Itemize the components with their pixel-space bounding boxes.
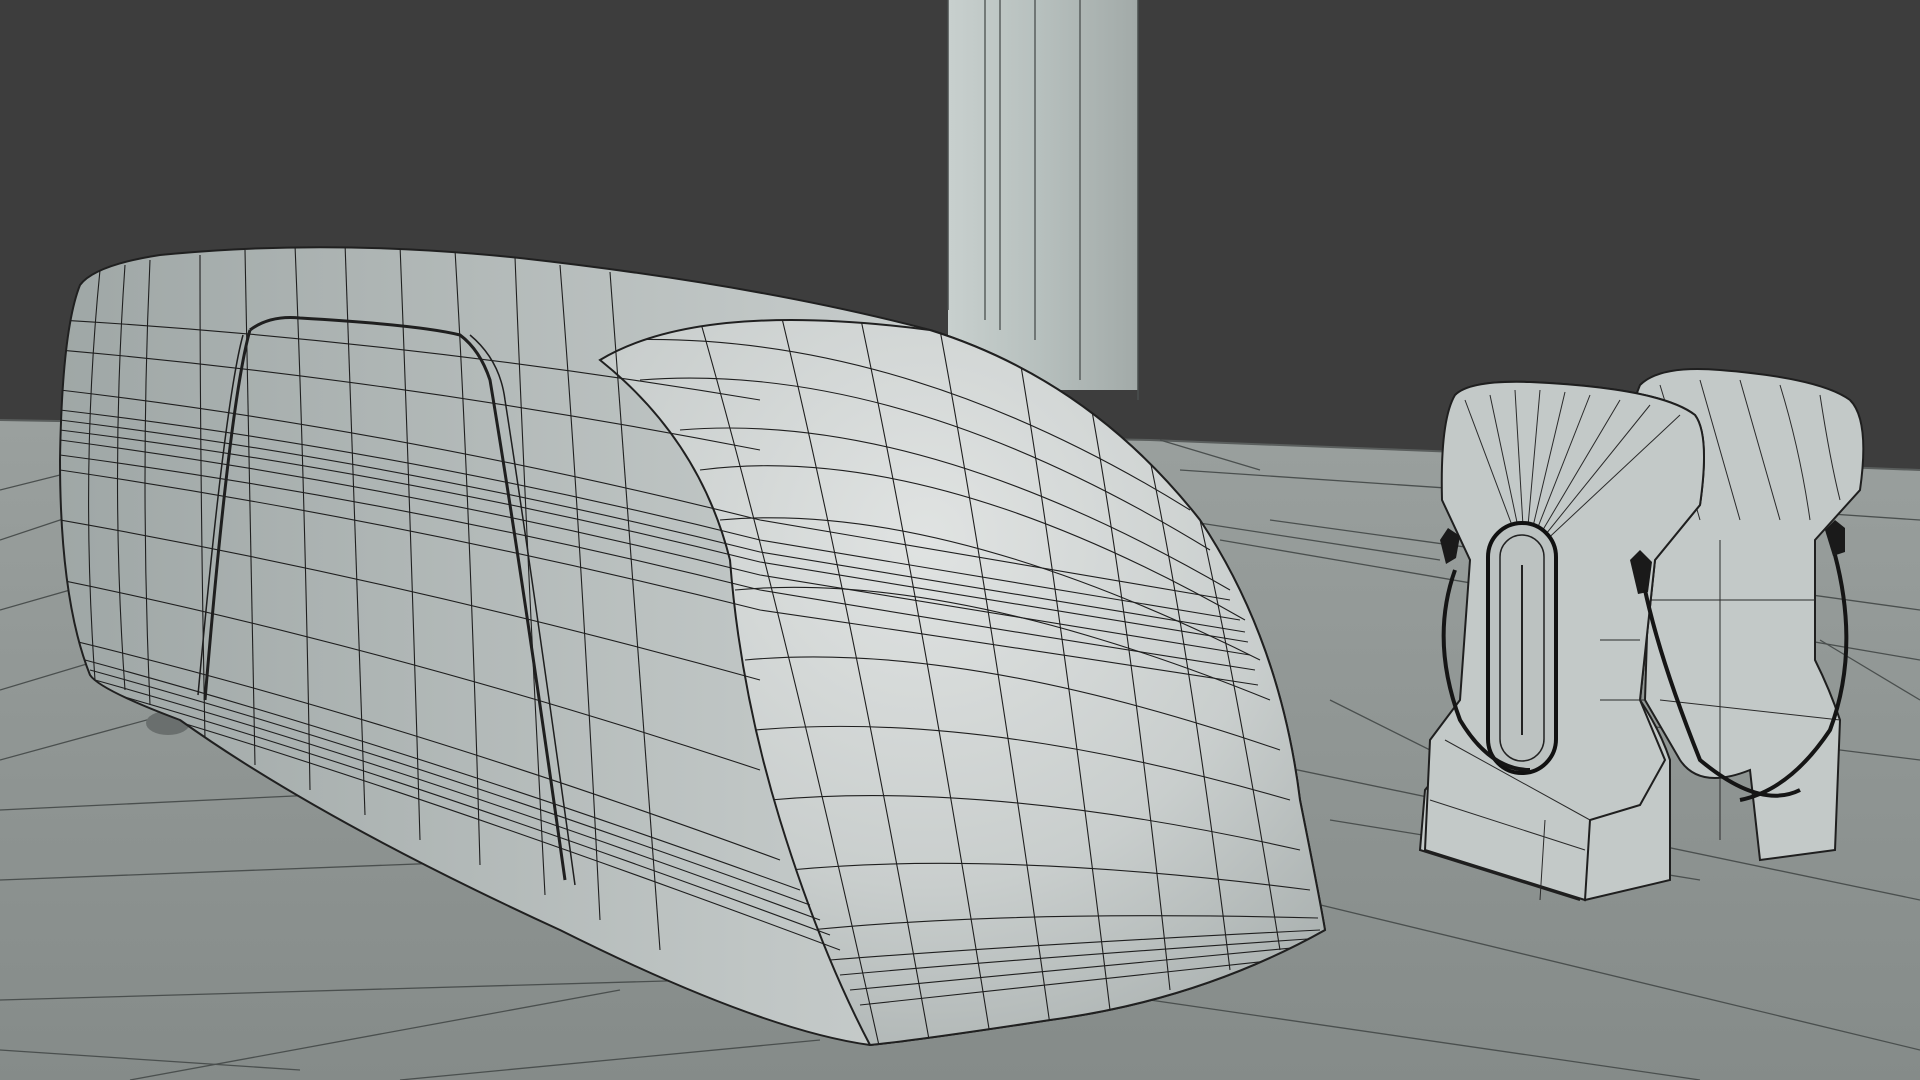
support-pillar xyxy=(947,0,1139,400)
scene-render xyxy=(0,0,1920,1080)
3d-viewport[interactable] xyxy=(0,0,1920,1080)
